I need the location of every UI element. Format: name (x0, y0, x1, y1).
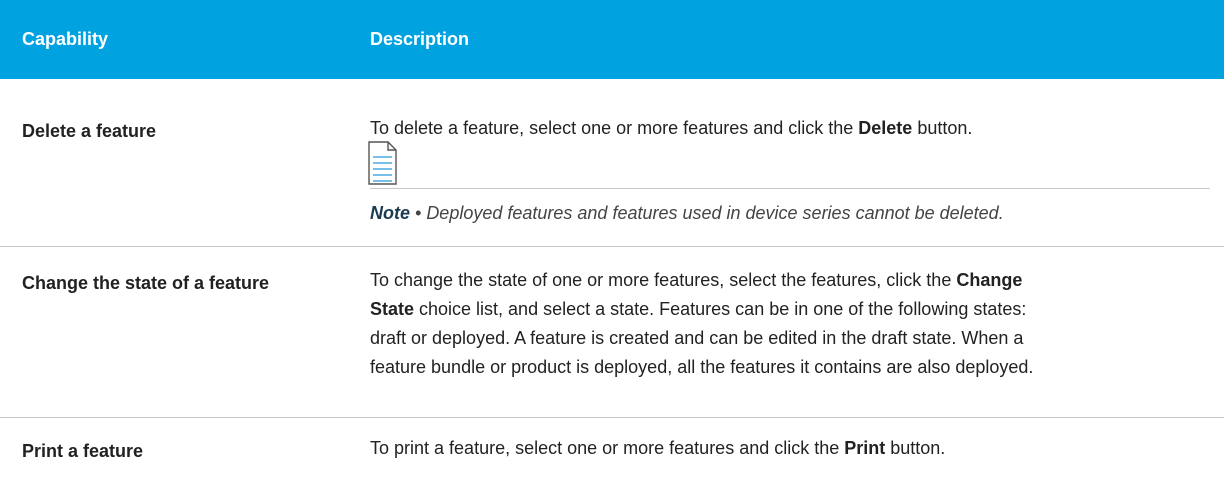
table-header: Capability Description (0, 0, 1224, 79)
note-label: Note (370, 203, 410, 223)
note-divider (370, 188, 1210, 189)
capability-change-state: Change the state of a feature (22, 273, 270, 293)
description-text: To delete a feature, select one or more … (370, 118, 859, 138)
description-text: choice list, and select a state. Feature… (414, 299, 1027, 319)
delete-keyword: Delete (858, 118, 913, 138)
note-bullet: • (410, 203, 427, 223)
print-keyword: Print (844, 438, 886, 458)
note-text: Note • Deployed features and features us… (370, 201, 1004, 225)
description-text: To print a feature, select one or more f… (370, 438, 845, 458)
description-text: button. (912, 118, 973, 138)
row-divider (0, 417, 1224, 418)
state-keyword: State (370, 299, 415, 319)
capability-delete: Delete a feature (22, 121, 157, 141)
description-line: feature bundle or product is deployed, a… (370, 357, 1034, 377)
description-line: To change the state of one or more featu… (370, 266, 1215, 295)
header-capability: Capability (22, 29, 109, 49)
header-description: Description (370, 29, 470, 49)
note-body: Deployed features and features used in d… (426, 203, 1004, 223)
description-line: draft or deployed. A feature is created … (370, 328, 1024, 348)
change-keyword: Change (956, 270, 1023, 290)
description-text: button. (885, 438, 946, 458)
description-line: State choice list, and select a state. F… (370, 295, 1215, 324)
description-text: To change the state of one or more featu… (370, 270, 957, 290)
description-change-state: To change the state of one or more featu… (370, 266, 1215, 382)
row-divider (0, 246, 1224, 247)
capability-print: Print a feature (22, 441, 144, 461)
document-note-icon (368, 141, 397, 185)
description-delete: To delete a feature, select one or more … (370, 114, 1215, 143)
description-print: To print a feature, select one or more f… (370, 434, 1215, 463)
